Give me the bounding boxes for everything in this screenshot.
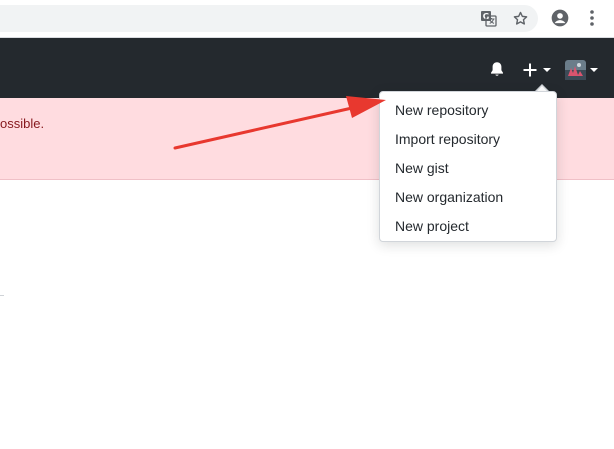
menu-item-new-gist[interactable]: New gist — [380, 154, 556, 183]
user-menu-button[interactable] — [565, 60, 599, 80]
menu-item-new-organization[interactable]: New organization — [380, 183, 556, 212]
menu-item-import-repository[interactable]: Import repository — [380, 125, 556, 154]
caret-down-icon — [590, 68, 598, 72]
divider — [0, 295, 4, 296]
menu-item-new-project[interactable]: New project — [380, 212, 556, 241]
plus-icon — [523, 63, 537, 77]
more-vertical-icon[interactable] — [581, 7, 603, 29]
avatar — [565, 60, 586, 80]
create-new-dropdown: New repository Import repository New gis… — [379, 91, 557, 242]
site-header — [0, 38, 614, 98]
account-circle-icon[interactable] — [549, 7, 571, 29]
bell-icon[interactable] — [489, 61, 505, 78]
create-new-button[interactable] — [522, 62, 552, 78]
browser-toolbar: G — [0, 0, 614, 38]
translate-icon[interactable]: G — [477, 7, 499, 29]
caret-down-icon — [543, 68, 551, 72]
flash-message: ossible. — [0, 116, 45, 131]
address-bar[interactable] — [0, 5, 538, 32]
menu-item-new-repository[interactable]: New repository — [380, 96, 556, 125]
star-icon[interactable] — [509, 7, 531, 29]
